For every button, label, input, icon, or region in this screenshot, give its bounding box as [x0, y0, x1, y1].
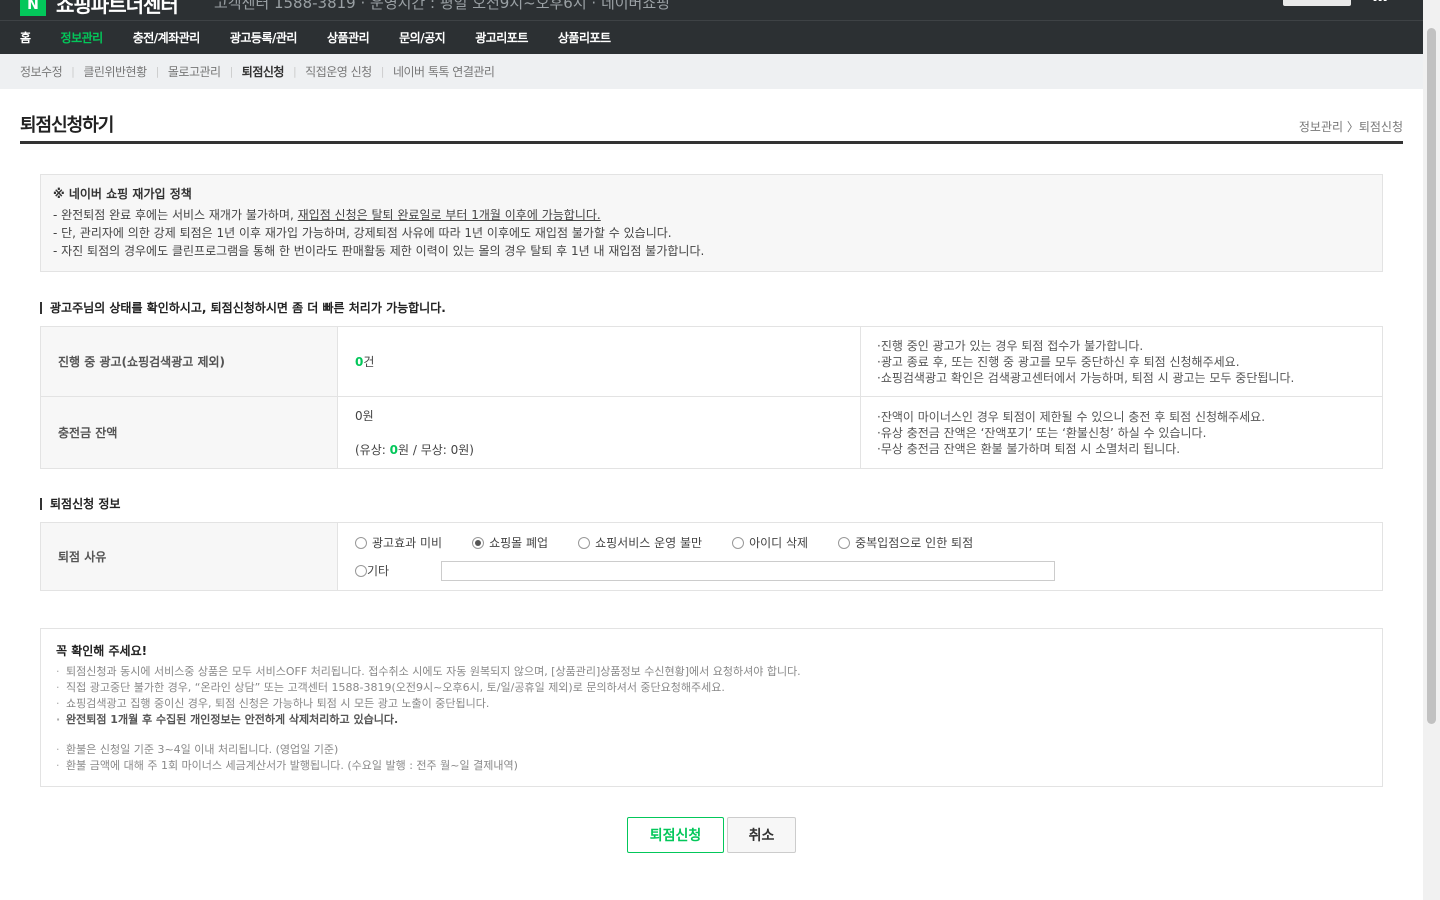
radio-icon[interactable] — [838, 536, 851, 549]
lnb-separator: | — [380, 65, 385, 78]
gnb-item[interactable]: 정보관리 — [61, 29, 104, 46]
radio-icon[interactable] — [732, 536, 745, 549]
ads-count-unit: 건 — [363, 355, 375, 369]
policy-title: ※ 네이버 쇼핑 재가입 정책 — [53, 187, 192, 201]
reason-option[interactable]: 중복입점으로 인한 퇴점 — [838, 534, 973, 551]
gnb-item[interactable]: 상품관리 — [327, 29, 370, 46]
header-marquee-text: 고객센터 1588-3819 · 운영시간 : 평일 오전9시~오후6시 · 네… — [214, 0, 670, 12]
naver-logo[interactable]: N — [20, 0, 46, 16]
scrollbar-thumb[interactable] — [1427, 28, 1436, 724]
policy-line-2: - 단, 관리자에 의한 강제 퇴점은 1년 이후 재가입 가능하며, 강제퇴점… — [53, 226, 672, 240]
more-icon[interactable]: ··· — [1372, 0, 1388, 9]
withdraw-table: 퇴점 사유 광고효과 미비 쇼핑몰 폐업 쇼핑서비스 운영 불만 아이디 삭제 중복입점… — [40, 522, 1383, 591]
sub-navigation: 정보수정 | 클린위반현황 | 몰로고관리 | 퇴점신청 | 직접운영 신청 | 네이버 톡톡 연결… — [0, 54, 1423, 89]
lnb-item[interactable]: 몰로고관리 — [168, 63, 221, 80]
ads-notes: ·진행 중인 광고가 있는 경우 퇴점 접수가 불가합니다. ·광고 종료 후,… — [860, 326, 1383, 397]
gnb-item[interactable]: 충전/계좌관리 — [133, 29, 201, 46]
notice-title: 꼭 확인해 주세요! — [56, 644, 148, 658]
lnb-item[interactable]: 클린위반현황 — [83, 63, 147, 80]
reason-option[interactable]: 광고효과 미비 — [355, 534, 442, 551]
radio-icon[interactable] — [472, 536, 485, 549]
table-row: 충전금 잔액 0원 (유상: 0원 / 무상: 0원) ·잔액이 마이너스인 경… — [40, 396, 1383, 469]
policy-line-3: - 자진 퇴점의 경우에도 클린프로그램을 통해 한 번이라도 판매활동 제한 … — [53, 244, 705, 258]
reason-option-label: 쇼핑몰 폐업 — [489, 536, 549, 550]
main-navigation: 홈 정보관리 충전/계좌관리 광고등록/관리 상품관리 문의/공지 광고리포트 상품리포트 — [0, 20, 1423, 54]
reason-radio-group: 광고효과 미비 쇼핑몰 폐업 쇼핑서비스 운영 불만 아이디 삭제 중복입점으로 인한 … — [355, 529, 1382, 557]
status-section-title: 광고주님의 상태를 확인하시고, 퇴점신청하시면 좀 더 빠른 처리가 가능합니… — [40, 302, 446, 314]
ads-note-1: ·진행 중인 광고가 있는 경우 퇴점 접수가 불가합니다. — [877, 338, 1144, 353]
gnb-item[interactable]: 광고리포트 — [475, 29, 528, 46]
cancel-button[interactable]: 취소 — [727, 817, 796, 853]
notice-item: 쇼핑검색광고 집행 중이신 경우, 퇴점 신청은 가능하나 퇴점 시 모든 광고… — [56, 696, 1367, 712]
table-row: 진행 중 광고(쇼핑검색광고 제외) 0건 ·진행 중인 광고가 있는 경우 퇴… — [40, 326, 1383, 397]
reason-option-label: 중복입점으로 인한 퇴점 — [855, 536, 974, 550]
balance-notes: ·잔액이 마이너스인 경우 퇴점이 제한될 수 있으니 충전 후 퇴점 신청해주… — [860, 396, 1383, 469]
withdraw-section-title: 퇴점신청 정보 — [40, 498, 120, 510]
balance-breakdown: (유상: 0원 / 무상: 0원) — [355, 443, 474, 457]
gnb-item[interactable]: 상품리포트 — [558, 29, 611, 46]
reason-option[interactable]: 쇼핑서비스 운영 불만 — [578, 534, 702, 551]
ads-label: 진행 중 광고(쇼핑검색광고 제외) — [40, 326, 338, 397]
lnb-separator: | — [292, 65, 297, 78]
radio-icon[interactable] — [355, 564, 367, 577]
reason-option[interactable]: 쇼핑몰 폐업 — [472, 534, 548, 551]
reason-option-label: 쇼핑서비스 운영 불만 — [595, 536, 703, 550]
radio-icon[interactable] — [578, 536, 591, 549]
notice-item: 퇴점신청과 동시에 서비스중 상품은 모두 서비스OFF 처리됩니다. 접수취소… — [56, 664, 1367, 680]
gnb-item[interactable]: 문의/공지 — [399, 29, 446, 46]
policy-line-1: - 완전퇴점 완료 후에는 서비스 재개가 불가하며, 재입점 신청은 탈퇴 완… — [53, 208, 601, 222]
balance-note-1: ·잔액이 마이너스인 경우 퇴점이 제한될 수 있으니 충전 후 퇴점 신청해주… — [877, 409, 1266, 424]
reason-option-label: 아이디 삭제 — [749, 536, 809, 550]
status-table: 진행 중 광고(쇼핑검색광고 제외) 0건 ·진행 중인 광고가 있는 경우 퇴… — [40, 326, 1383, 469]
balance-cell: 0원 (유상: 0원 / 무상: 0원) — [337, 396, 861, 469]
refund-notice-list: 환불은 신청일 기준 3~4일 이내 처리됩니다. (영업일 기준)환불 금액에… — [56, 742, 1367, 774]
page-title: 퇴점신청하기 — [20, 115, 114, 136]
balance-note-3: ·무상 충전금 잔액은 환불 불가하며 퇴점 시 소멸처리 됩니다. — [877, 441, 1181, 456]
reason-etc-input[interactable] — [441, 560, 1056, 581]
lnb-separator: | — [155, 65, 160, 78]
lnb-item[interactable]: 직접운영 신청 — [305, 63, 372, 80]
reason-label: 퇴점 사유 — [40, 522, 338, 591]
ads-note-3: ·쇼핑검색광고 확인은 검색광고센터에서 가능하며, 퇴점 시 광고는 모두 중… — [877, 370, 1295, 385]
notice-item: 직접 광고중단 불가한 경우, “온라인 상담” 또는 고객센터 1588-38… — [56, 680, 1367, 696]
reason-options: 광고효과 미비 쇼핑몰 폐업 쇼핑서비스 운영 불만 아이디 삭제 중복입점으로 인한 … — [337, 522, 1383, 591]
reason-etc-row: 기타 — [355, 557, 1382, 585]
top-header: N 쇼핑파트너센터 고객센터 1588-3819 · 운영시간 : 평일 오전9… — [0, 0, 1423, 20]
balance-label: 충전금 잔액 — [40, 396, 338, 469]
app-title[interactable]: 쇼핑파트너센터 — [56, 0, 179, 18]
lnb-item[interactable]: 정보수정 — [20, 63, 63, 80]
notice-item: 환불 금액에 대해 주 1회 마이너스 세금계산서가 발행됩니다. (수요일 발… — [56, 758, 1367, 774]
gnb-item[interactable]: 광고등록/관리 — [230, 29, 298, 46]
lnb-separator: | — [71, 65, 75, 78]
rejoin-policy-box: ※ 네이버 쇼핑 재가입 정책 - 완전퇴점 완료 후에는 서비스 재개가 불가… — [40, 174, 1383, 272]
lnb-item[interactable]: 네이버 톡톡 연결관리 — [393, 63, 495, 80]
ads-note-2: ·광고 종료 후, 또는 진행 중 광고를 모두 중단하신 후 퇴점 신청해주세… — [877, 354, 1240, 369]
reason-option[interactable]: 아이디 삭제 — [732, 534, 808, 551]
vertical-scrollbar[interactable] — [1423, 0, 1440, 900]
title-divider — [20, 141, 1403, 144]
reason-option-label: 광고효과 미비 — [372, 536, 443, 550]
table-row: 퇴점 사유 광고효과 미비 쇼핑몰 폐업 쇼핑서비스 운영 불만 아이디 삭제 중복입점… — [40, 522, 1383, 591]
balance-note-2: ·유상 충전금 잔액은 ‘잔액포기’ 또는 ‘환불신청’ 하실 수 있습니다. — [877, 425, 1207, 440]
lnb-item[interactable]: 퇴점신청 — [242, 63, 285, 80]
breadcrumb: 정보관리 〉퇴점신청 — [1298, 120, 1403, 134]
radio-icon[interactable] — [355, 536, 367, 549]
notice-item: 환불은 신청일 기준 3~4일 이내 처리됩니다. (영업일 기준) — [56, 742, 1367, 758]
lnb-separator: | — [229, 65, 234, 78]
gnb-item[interactable]: 홈 — [20, 29, 31, 46]
header-search-input[interactable] — [1283, 0, 1351, 6]
ads-count-cell: 0건 — [337, 326, 861, 397]
withdraw-submit-button[interactable]: 퇴점신청 — [627, 817, 724, 853]
notice-list: 퇴점신청과 동시에 서비스중 상품은 모두 서비스OFF 처리됩니다. 접수취소… — [56, 664, 1367, 728]
notice-item: 완전퇴점 1개월 후 수집된 개인정보는 안전하게 삭제처리하고 있습니다. — [56, 712, 1367, 728]
notice-box: 꼭 확인해 주세요! 퇴점신청과 동시에 서비스중 상품은 모두 서비스OFF … — [40, 628, 1383, 787]
reason-option-etc[interactable]: 기타 — [355, 562, 389, 579]
balance-total: 0원 — [355, 409, 374, 423]
